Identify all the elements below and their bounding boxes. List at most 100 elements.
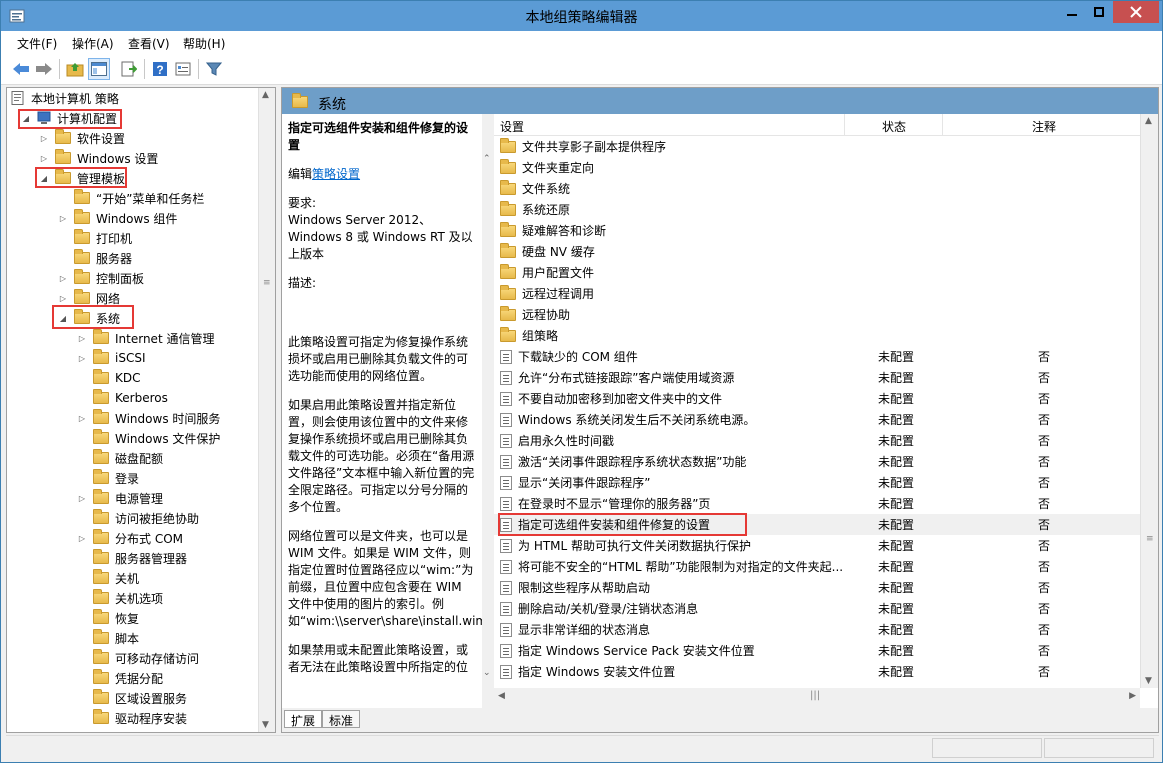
column-header-comment[interactable]: 注释 (1032, 118, 1056, 135)
menu-file[interactable]: 文件(F) (17, 35, 57, 52)
list-item-setting[interactable]: 激活“关闭事件跟踪程序系统状态数据”功能 未配置 否 (494, 451, 1140, 472)
up-folder-button[interactable] (64, 58, 86, 80)
tree-item[interactable]: 关机选项 (77, 588, 163, 608)
scroll-up-arrow-icon[interactable]: ▲ (262, 90, 269, 100)
tree-item[interactable]: 打印机 (58, 228, 132, 248)
list-item-folder[interactable]: 用户配置文件 (494, 262, 1140, 283)
scroll-grip-icon[interactable]: ||| (810, 690, 820, 701)
scroll-down-arrow-icon[interactable]: ▼ (262, 720, 269, 730)
forward-button[interactable] (33, 58, 55, 80)
tree-item[interactable]: ▷ Internet 通信管理 (77, 328, 214, 348)
collapsed-arrow-icon[interactable]: ▷ (58, 294, 68, 303)
collapsed-arrow-icon[interactable]: ▷ (39, 134, 49, 143)
tab-extended[interactable]: 扩展 (284, 710, 323, 728)
list-item-setting[interactable]: 不要自动加密移到加密文件夹中的文件 未配置 否 (494, 388, 1140, 409)
collapsed-arrow-icon[interactable]: ▷ (77, 494, 87, 503)
list-horizontal-scrollbar[interactable]: ◀ ||| ▶ (494, 688, 1140, 708)
collapsed-arrow-icon[interactable]: ▷ (77, 354, 87, 363)
back-button[interactable] (10, 58, 32, 80)
tree-item[interactable]: ▷ 电源管理 (77, 488, 163, 508)
scroll-down-arrow-icon[interactable]: ⌄ (483, 668, 491, 678)
collapsed-arrow-icon[interactable]: ▷ (58, 274, 68, 283)
column-header-setting[interactable]: 设置 (500, 118, 524, 135)
tree-item[interactable]: Kerberos (77, 388, 168, 408)
scroll-right-arrow-icon[interactable]: ▶ (1129, 691, 1136, 701)
scroll-grip-icon[interactable]: ≡ (263, 278, 271, 288)
tree-item[interactable]: ▷ 控制面板 (58, 268, 144, 288)
tree-item[interactable]: 磁盘配额 (77, 448, 163, 468)
scroll-up-arrow-icon[interactable]: ▲ (1145, 116, 1152, 126)
list-item-folder[interactable]: 系统还原 (494, 199, 1140, 220)
tree-item[interactable]: ▷ Windows 设置 (39, 148, 158, 168)
list-item-folder[interactable]: 远程协助 (494, 304, 1140, 325)
scroll-down-arrow-icon[interactable]: ▼ (1145, 676, 1152, 686)
tree-item[interactable]: ▷ 软件设置 (39, 128, 125, 148)
tree-item[interactable]: ▷ Windows 时间服务 (77, 408, 220, 428)
list-item-folder[interactable]: 远程过程调用 (494, 283, 1140, 304)
collapsed-arrow-icon[interactable]: ▷ (39, 154, 49, 163)
list-item-setting[interactable]: 启用永久性时间戳 未配置 否 (494, 430, 1140, 451)
description-scrollbar[interactable]: ⌃ ⌄ (482, 114, 494, 708)
list-item-setting[interactable]: 显示“关闭事件跟踪程序” 未配置 否 (494, 472, 1140, 493)
list-item-setting[interactable]: 为 HTML 帮助可执行文件关闭数据执行保护 未配置 否 (494, 535, 1140, 556)
tree-item[interactable]: 脚本 (77, 628, 139, 648)
edit-policy-link[interactable]: 策略设置 (312, 167, 360, 181)
list-item-folder[interactable]: 硬盘 NV 缓存 (494, 241, 1140, 262)
minimize-button[interactable] (1059, 1, 1085, 23)
list-item-setting[interactable]: 将可能不安全的“HTML 帮助”功能限制为对指定的文件夹起... 未配置 否 (494, 556, 1140, 577)
list-item-setting[interactable]: Windows 系统关闭发生后不关闭系统电源。 未配置 否 (494, 409, 1140, 430)
list-item-setting[interactable]: 显示非常详细的状态消息 未配置 否 (494, 619, 1140, 640)
tree-item[interactable]: ▷ 分布式 COM (77, 528, 183, 548)
maximize-button[interactable] (1086, 1, 1112, 23)
tree-item[interactable]: 区域设置服务 (77, 688, 187, 708)
list-item-setting[interactable]: 在登录时不显示“管理你的服务器”页 未配置 否 (494, 493, 1140, 514)
tree-item[interactable]: “开始”菜单和任务栏 (58, 188, 204, 208)
menu-action[interactable]: 操作(A) (72, 35, 114, 52)
tree-item[interactable]: 凭据分配 (77, 668, 163, 688)
tree-item[interactable]: 登录 (77, 468, 139, 488)
scroll-grip-icon[interactable]: ≡ (1146, 534, 1154, 544)
help-button[interactable]: ? (149, 58, 171, 80)
list-item-setting[interactable]: 删除启动/关机/登录/注销状态消息 未配置 否 (494, 598, 1140, 619)
collapsed-arrow-icon[interactable]: ▷ (77, 334, 87, 343)
list-item-setting[interactable]: 允许“分布式链接跟踪”客户端使用域资源 未配置 否 (494, 367, 1140, 388)
list-item-setting[interactable]: 指定 Windows Service Pack 安装文件位置 未配置 否 (494, 640, 1140, 661)
menu-help[interactable]: 帮助(H) (183, 35, 225, 52)
tree-item[interactable]: 服务器管理器 (77, 548, 187, 568)
list-item-folder[interactable]: 组策略 (494, 325, 1140, 346)
tree-item[interactable]: KDC (77, 368, 141, 388)
scroll-left-arrow-icon[interactable]: ◀ (498, 691, 505, 701)
list-vertical-scrollbar[interactable]: ▲ ≡ ▼ (1140, 114, 1158, 688)
list-item-setting[interactable]: 指定 Windows 安装文件位置 未配置 否 (494, 661, 1140, 682)
tree-item[interactable]: 驱动程序安装 (77, 708, 187, 728)
collapsed-arrow-icon[interactable]: ▷ (77, 534, 87, 543)
close-button[interactable] (1113, 1, 1159, 23)
column-divider[interactable] (844, 114, 845, 136)
tree-item[interactable]: 访问被拒绝协助 (77, 508, 199, 528)
column-header-state[interactable]: 状态 (882, 118, 906, 135)
tree-vertical-scrollbar[interactable]: ▲ ≡ ▼ (258, 88, 275, 732)
filter-button[interactable] (203, 58, 225, 80)
column-divider[interactable] (942, 114, 943, 136)
tree-item[interactable]: ▷ Windows 组件 (58, 208, 177, 228)
menu-view[interactable]: 查看(V) (128, 35, 170, 52)
tab-standard[interactable]: 标准 (322, 710, 361, 728)
list-item-setting[interactable]: 下载缺少的 COM 组件 未配置 否 (494, 346, 1140, 367)
tree-item[interactable]: 关机 (77, 568, 139, 588)
list-item-folder[interactable]: 疑难解答和诊断 (494, 220, 1140, 241)
tree-item[interactable]: 可移动存储访问 (77, 648, 199, 668)
collapsed-arrow-icon[interactable]: ▷ (58, 214, 68, 223)
tree-item[interactable]: 服务器 (58, 248, 132, 268)
tree-root[interactable]: 本地计算机 策略 (11, 88, 119, 108)
tree-item[interactable]: ▷ iSCSI (77, 348, 146, 368)
list-item-folder[interactable]: 文件夹重定向 (494, 157, 1140, 178)
export-list-button[interactable] (118, 58, 140, 80)
properties-button[interactable] (172, 58, 194, 80)
list-item-folder[interactable]: 文件共享影子副本提供程序 (494, 136, 1140, 157)
show-hide-tree-button[interactable] (88, 58, 110, 80)
scroll-up-arrow-icon[interactable]: ⌃ (483, 154, 491, 164)
collapsed-arrow-icon[interactable]: ▷ (77, 414, 87, 423)
tree-item[interactable]: 恢复 (77, 608, 139, 628)
list-item-setting[interactable]: 限制这些程序从帮助启动 未配置 否 (494, 577, 1140, 598)
tree-item[interactable]: Windows 文件保护 (77, 428, 220, 448)
